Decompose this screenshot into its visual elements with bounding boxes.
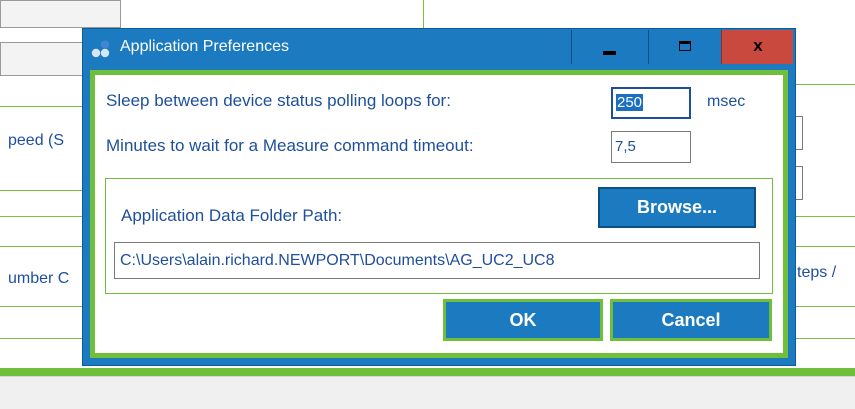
dialog-title-bar[interactable]: Application Preferences x <box>83 29 795 66</box>
background-panel <box>0 0 121 28</box>
background-divider <box>423 0 424 29</box>
background-divider <box>795 306 855 307</box>
background-divider <box>0 106 85 107</box>
preferences-dialog: Application Preferences x Sleep between … <box>83 29 795 365</box>
background-divider <box>795 216 855 217</box>
data-folder-label: Application Data Folder Path: <box>121 206 343 225</box>
dialog-title: Application Preferences <box>120 38 289 55</box>
background-divider <box>0 246 85 247</box>
background-divider <box>0 190 85 191</box>
minimize-button[interactable] <box>571 30 648 64</box>
background-number-label: umber C <box>8 270 70 287</box>
close-button[interactable]: x <box>721 30 793 64</box>
timeout-label: Minutes to wait for a Measure command ti… <box>106 136 474 155</box>
background-divider <box>0 306 85 307</box>
app-icon <box>91 40 110 58</box>
sleep-label: Sleep between device status polling loop… <box>106 91 451 110</box>
background-status-strip <box>0 376 855 409</box>
minimize-icon <box>603 51 616 55</box>
background-speed-label: peed (S <box>8 132 65 149</box>
cancel-button[interactable]: Cancel <box>610 299 772 341</box>
data-folder-group: Application Data Folder Path: Browse... … <box>105 178 773 294</box>
background-accent-bar <box>0 368 855 376</box>
background-divider <box>0 216 85 217</box>
sleep-unit-label: msec <box>707 93 746 110</box>
background-divider <box>795 246 855 247</box>
browse-button[interactable]: Browse... <box>598 187 756 228</box>
background-divider <box>795 84 855 85</box>
sleep-interval-input[interactable]: 250 <box>611 87 691 119</box>
background-steps-label: teps / <box>797 264 837 281</box>
data-folder-path-input[interactable]: C:\Users\alain.richard.NEWPORT\Documents… <box>114 242 760 279</box>
maximize-icon <box>679 41 691 51</box>
background-divider <box>0 338 85 339</box>
ok-button[interactable]: OK <box>443 299 603 341</box>
background-divider <box>795 338 855 339</box>
background-panel <box>0 42 90 76</box>
close-icon: x <box>753 36 763 55</box>
background-input[interactable] <box>795 116 803 150</box>
background-input[interactable] <box>795 166 803 200</box>
dialog-body: Sleep between device status polling loop… <box>95 75 783 353</box>
dialog-body-frame: Sleep between device status polling loop… <box>90 70 788 358</box>
maximize-button[interactable] <box>648 30 721 64</box>
sleep-interval-value: 250 <box>616 94 644 111</box>
timeout-input[interactable]: 7,5 <box>611 131 691 163</box>
